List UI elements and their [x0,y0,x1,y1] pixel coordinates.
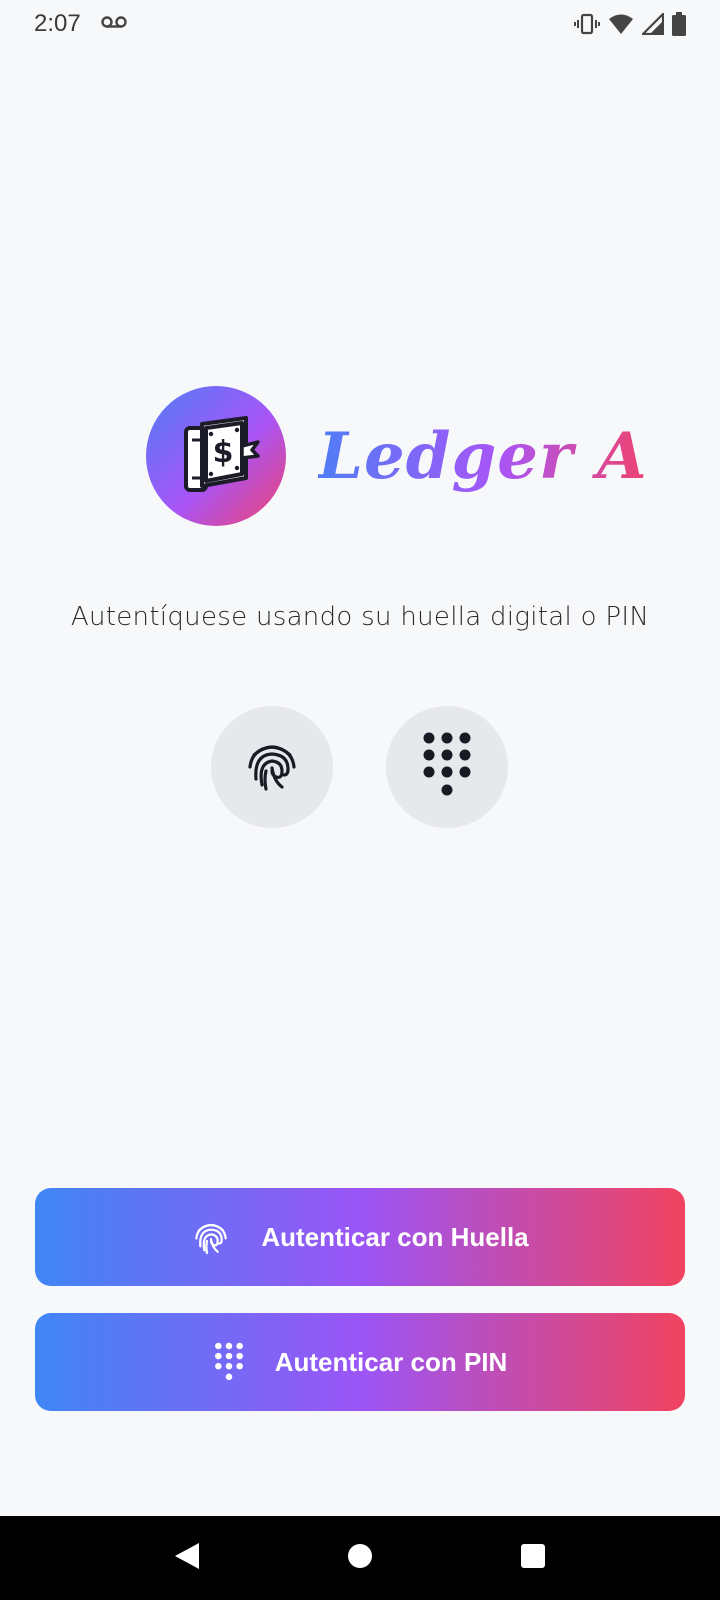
dialpad-icon [420,730,474,805]
auth-screen: 2:07 $ Ledger A Autentíquese usando su h… [0,0,720,1600]
status-bar: 2:07 [0,0,720,48]
wifi-icon [608,13,634,35]
authenticate-fingerprint-label: Autenticar con Huella [261,1221,529,1252]
status-left: 2:07 [34,10,127,38]
vibrate-icon [574,12,600,36]
status-right [574,12,686,36]
ledger-book-dollar-icon: $ [146,386,286,526]
svg-text:$: $ [213,435,234,470]
fingerprint-icon [242,735,302,800]
fingerprint-quick-button[interactable] [211,706,333,828]
home-button[interactable] [330,1528,390,1588]
fingerprint-icon [191,1217,231,1257]
status-time: 2:07 [34,10,81,37]
recents-icon [520,1543,546,1574]
app-logo-row: $ Ledger A [146,386,648,526]
home-icon [346,1542,374,1575]
dialpad-icon [213,1341,245,1383]
authenticate-pin-label: Autenticar con PIN [274,1346,508,1377]
back-icon [173,1541,201,1576]
authenticate-pin-button[interactable]: Autenticar con PIN [35,1313,685,1411]
app-name: Ledger A [318,418,648,494]
recents-button[interactable] [503,1528,563,1588]
pin-quick-button[interactable] [386,706,508,828]
battery-icon [672,12,686,36]
system-nav-bar [0,1516,720,1600]
voicemail-icon [101,15,127,34]
signal-icon [642,13,664,35]
authenticate-fingerprint-button[interactable]: Autenticar con Huella [35,1188,685,1286]
auth-instructions: Autentíquese usando su huella digital o … [70,602,650,632]
back-button[interactable] [157,1528,217,1588]
